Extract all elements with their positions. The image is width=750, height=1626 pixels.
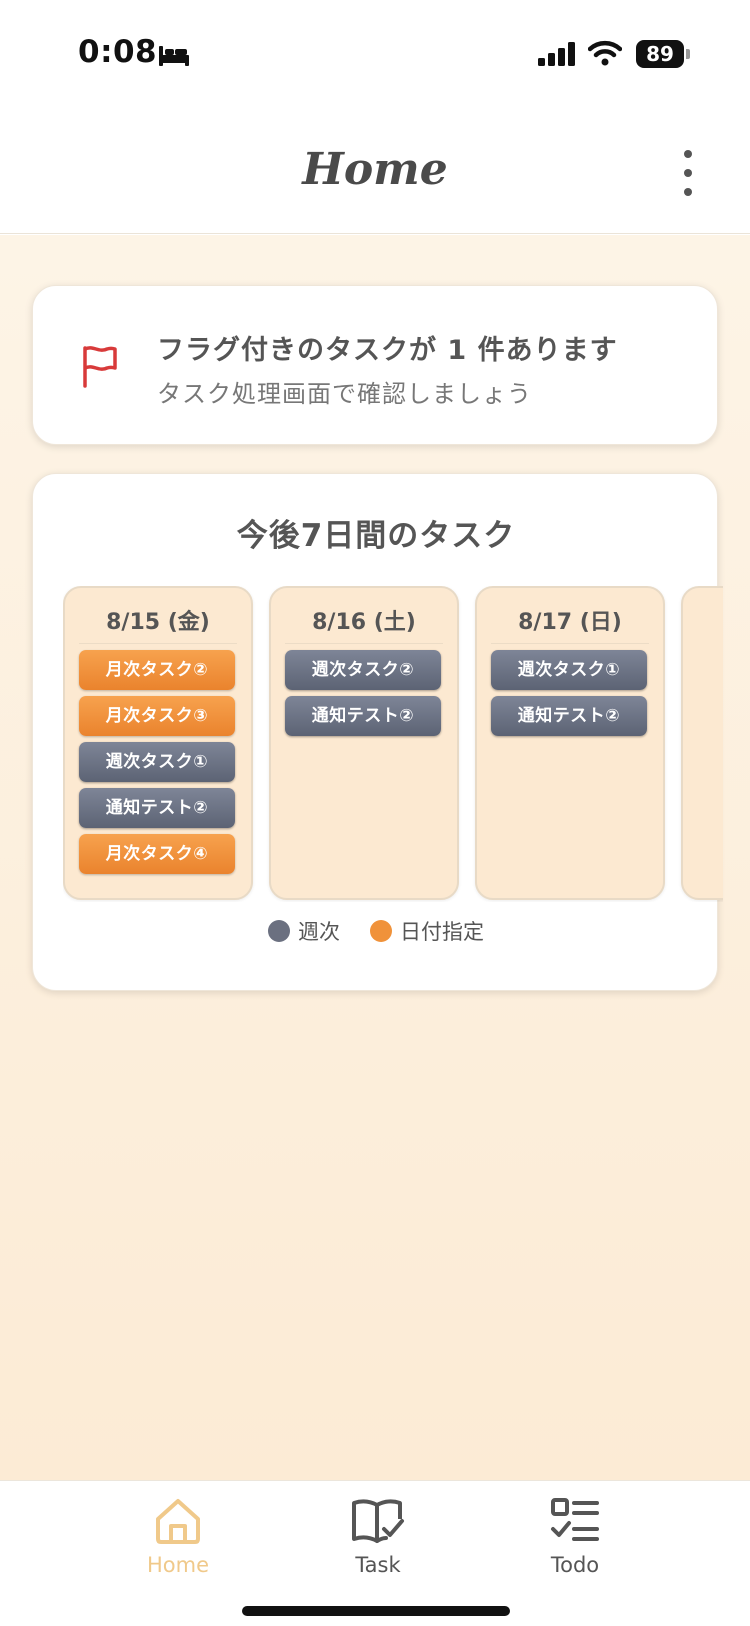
legend-dot-icon xyxy=(370,920,392,942)
task-chip[interactable]: 通知テスト② xyxy=(285,696,441,736)
divider xyxy=(491,643,649,644)
app-header: Home xyxy=(0,110,750,234)
home-indicator[interactable] xyxy=(242,1606,510,1616)
dot-icon xyxy=(684,188,692,196)
task-chip[interactable]: 週次タスク① xyxy=(79,742,235,782)
day-date: 8/16 (土) xyxy=(312,610,416,635)
task-chip[interactable]: 通知テスト② xyxy=(491,696,647,736)
checklist-icon xyxy=(551,1498,599,1541)
day-column: 8/15 (金) 月次タスク② 月次タスク③ 週次タスク① 通知テスト② 月次タ… xyxy=(63,586,253,900)
dot-icon xyxy=(684,150,692,158)
day-column: 8/16 (土) 週次タスク② 通知テスト② xyxy=(269,586,459,900)
status-bar: 0:08 89 xyxy=(0,0,750,110)
legend-dot-icon xyxy=(268,920,290,942)
legend-item-weekly: 週次 xyxy=(268,916,340,946)
battery-tip xyxy=(686,49,690,59)
legend-item-dated: 日付指定 xyxy=(370,916,484,946)
upcoming-tasks-card: 今後7日間のタスク 8/15 (金) 月次タスク② 月次タスク③ 週次タスク① … xyxy=(32,473,723,991)
bed-icon xyxy=(159,46,189,66)
task-chip[interactable]: 月次タスク④ xyxy=(79,834,235,874)
wifi-icon xyxy=(588,40,622,66)
tab-bar: Home Task Todo xyxy=(0,1480,750,1626)
task-chip[interactable]: 週次タスク① xyxy=(491,650,647,690)
days-scroller[interactable]: 8/15 (金) 月次タスク② 月次タスク③ 週次タスク① 通知テスト② 月次タ… xyxy=(63,586,723,902)
tab-label: Todo xyxy=(550,1553,600,1577)
signal-icon xyxy=(538,42,575,66)
flagged-tasks-card[interactable]: フラグ付きのタスクが 1 件あります タスク処理画面で確認しましょう xyxy=(32,285,718,445)
book-check-icon xyxy=(352,1499,404,1543)
task-chip[interactable]: 通知テスト② xyxy=(79,788,235,828)
task-chip[interactable]: 月次タスク② xyxy=(79,650,235,690)
tab-task[interactable]: Task xyxy=(303,1495,453,1595)
flagged-tasks-title: フラグ付きのタスクが 1 件あります xyxy=(157,335,618,366)
dot-icon xyxy=(684,169,692,177)
task-chip[interactable]: 月次タスク③ xyxy=(79,696,235,736)
divider xyxy=(79,643,237,644)
divider xyxy=(285,643,443,644)
tab-label: Home xyxy=(146,1553,209,1577)
status-time: 0:08 xyxy=(78,34,158,70)
tab-home[interactable]: Home xyxy=(103,1495,253,1595)
battery-indicator: 89 xyxy=(636,40,684,68)
legend-label: 週次 xyxy=(298,920,340,944)
legend-label: 日付指定 xyxy=(400,920,484,944)
day-column: 8/17 (日) 週次タスク① 通知テスト② xyxy=(475,586,665,900)
main-content: フラグ付きのタスクが 1 件あります タスク処理画面で確認しましょう 今後7日間… xyxy=(0,235,750,1480)
flagged-tasks-subtitle: タスク処理画面で確認しましょう xyxy=(157,380,532,408)
flag-icon xyxy=(83,346,117,388)
day-column-partial xyxy=(681,586,723,900)
tab-label: Task xyxy=(355,1553,401,1577)
day-date: 8/15 (金) xyxy=(106,610,210,635)
tab-todo[interactable]: Todo xyxy=(500,1495,650,1595)
home-icon xyxy=(156,1499,200,1544)
task-chip[interactable]: 週次タスク② xyxy=(285,650,441,690)
more-menu-button[interactable] xyxy=(670,150,706,196)
upcoming-tasks-title: 今後7日間のタスク xyxy=(236,518,516,554)
page-title: Home xyxy=(302,144,448,195)
legend: 週次 日付指定 xyxy=(33,916,719,946)
day-date: 8/17 (日) xyxy=(518,610,622,635)
